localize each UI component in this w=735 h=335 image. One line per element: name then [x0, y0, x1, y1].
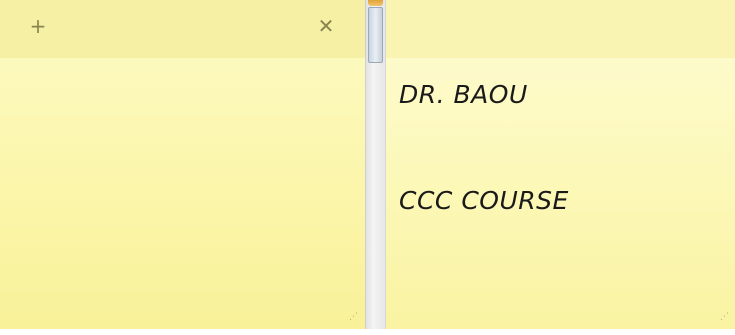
- vertical-scrollbar[interactable]: [365, 0, 386, 329]
- note-text-line[interactable]: CCC COURSE: [399, 186, 569, 215]
- note-text-line[interactable]: DR. BAOU: [399, 80, 528, 109]
- note-body[interactable]: [0, 58, 365, 329]
- scrollbar-thumb[interactable]: [368, 7, 383, 63]
- window-bottom-edge: [0, 329, 735, 335]
- sticky-notes-window: + ✕ ⋰ DR. BAOU CCC COURSE ⋰: [0, 0, 735, 335]
- scrollbar-top-accent: [368, 0, 383, 6]
- close-icon[interactable]: ✕: [314, 14, 338, 38]
- note-titlebar[interactable]: + ✕: [0, 0, 365, 58]
- resize-grip-icon[interactable]: ⋰: [719, 312, 729, 322]
- plus-icon[interactable]: +: [26, 14, 50, 38]
- sticky-note-right[interactable]: DR. BAOU CCC COURSE ⋰: [386, 0, 735, 329]
- note-titlebar[interactable]: [386, 0, 735, 58]
- resize-grip-icon[interactable]: ⋰: [348, 312, 358, 322]
- sticky-note-left[interactable]: + ✕ ⋰: [0, 0, 365, 329]
